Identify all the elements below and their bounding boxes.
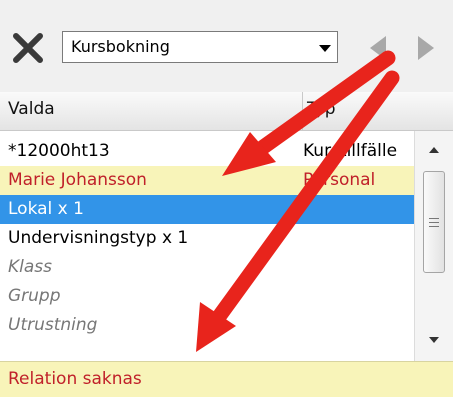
scroll-up-icon[interactable]	[429, 147, 439, 153]
grip-line	[429, 226, 439, 227]
list-item[interactable]: Utrustning	[0, 311, 414, 340]
status-bar: Relation saknas	[0, 361, 453, 397]
list-item[interactable]: Undervisningstyp x 1	[0, 224, 414, 253]
selection-list: *12000ht13 Kurstillfälle Marie Johansson…	[0, 131, 414, 361]
arrow-right-icon[interactable]	[418, 36, 434, 60]
column-header-typ[interactable]: Typ	[307, 99, 336, 119]
chevron-down-icon[interactable]	[319, 45, 331, 52]
item-name: Marie Johansson	[8, 170, 147, 190]
grip-line	[429, 218, 439, 219]
grip-line	[429, 222, 439, 223]
item-name: Grupp	[8, 286, 61, 306]
item-type: Kurstillfälle	[303, 141, 398, 161]
status-message: Relation saknas	[8, 369, 142, 389]
list-item[interactable]: Grupp	[0, 282, 414, 311]
arrow-left-icon[interactable]	[370, 36, 386, 60]
list-item[interactable]: *12000ht13 Kurstillfälle	[0, 137, 414, 166]
close-x-icon[interactable]	[10, 30, 46, 66]
scroll-down-icon[interactable]	[429, 337, 439, 343]
column-header-row: Valda	[0, 92, 453, 131]
booking-panel: Kursbokning Valda Typ *12000ht13 Kurstil…	[0, 0, 453, 397]
scrollbar-thumb[interactable]	[423, 171, 445, 273]
column-header-valda[interactable]: Valda	[8, 99, 55, 119]
column-divider[interactable]	[302, 92, 303, 130]
item-name: Utrustning	[8, 315, 98, 335]
list-item[interactable]: Klass	[0, 253, 414, 282]
toolbar: Kursbokning	[0, 0, 453, 92]
booking-type-select[interactable]: Kursbokning	[62, 31, 338, 63]
list-item[interactable]: Marie Johansson Personal	[0, 166, 414, 195]
vertical-scrollbar[interactable]	[414, 131, 453, 361]
item-name: Klass	[8, 257, 53, 277]
item-name: Undervisningstyp x 1	[8, 228, 189, 248]
item-type: Personal	[303, 170, 376, 190]
item-name: *12000ht13	[8, 141, 110, 161]
item-name: Lokal x 1	[8, 199, 84, 219]
booking-type-value: Kursbokning	[71, 37, 170, 56]
list-item-selected[interactable]: Lokal x 1	[0, 195, 414, 224]
